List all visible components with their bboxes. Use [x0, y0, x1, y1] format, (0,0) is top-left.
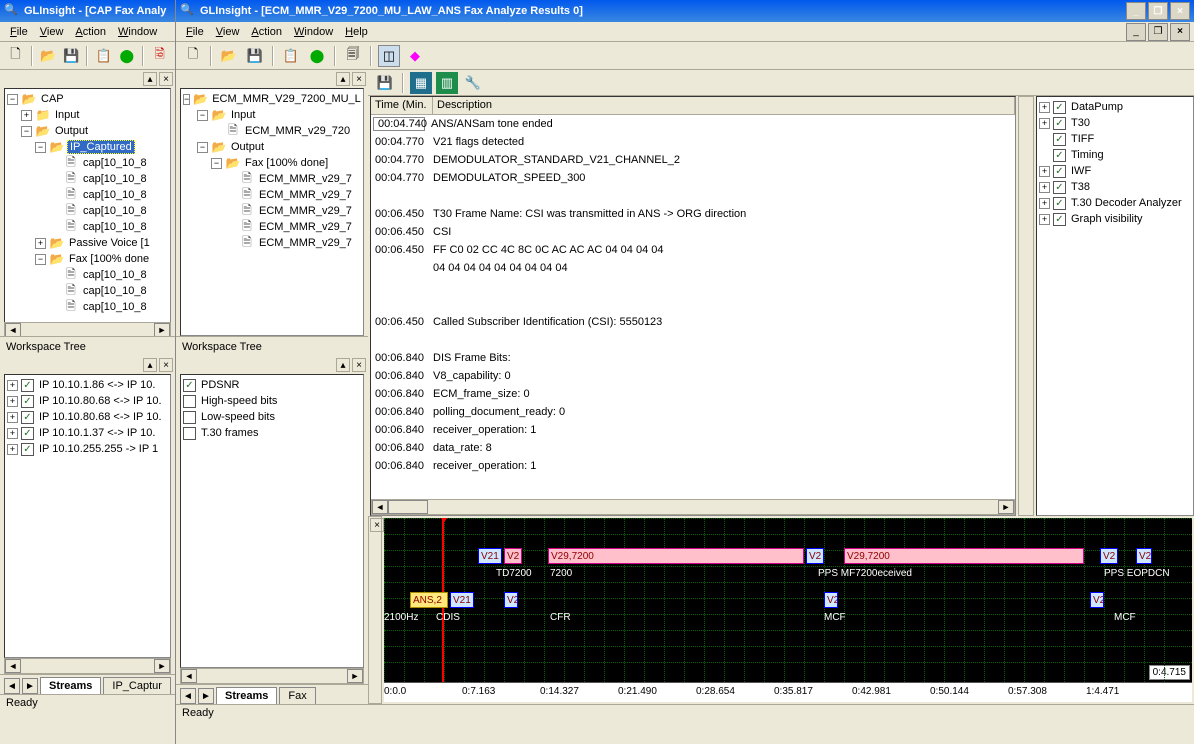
- cap-title: GLInsight - [CAP Fax Analy: [24, 5, 166, 17]
- timeline-pos: 0:4.715: [1149, 665, 1190, 680]
- wave-button[interactable]: ▥: [436, 72, 458, 94]
- open-button[interactable]: 📂: [39, 45, 58, 67]
- pane-pin[interactable]: ▴: [143, 72, 157, 86]
- save-button[interactable]: 💾: [62, 45, 81, 67]
- save-button[interactable]: 💾: [244, 45, 266, 67]
- ecm-menubar: File View Action Window Help _ ❐ ×: [176, 22, 1194, 42]
- log-header: Time (Min. Description: [371, 97, 1015, 115]
- run-button[interactable]: ⬤: [117, 45, 136, 67]
- mdi-restore[interactable]: ❐: [1148, 23, 1168, 41]
- opt1-button[interactable]: 🗟: [150, 45, 169, 67]
- scroll-right[interactable]: ►: [154, 323, 170, 337]
- cap-toolbar: 🗋 📂 💾 📋 ⬤ 🗟: [0, 42, 175, 70]
- props-button[interactable]: 📋: [280, 45, 302, 67]
- app-icon: 🔍: [4, 3, 20, 19]
- close-button[interactable]: ×: [1170, 2, 1190, 20]
- ecm-toolbar: 🗋 📂 💾 📋 ⬤ 🗐 ◫ ◆: [176, 42, 1194, 70]
- log-body[interactable]: 00:04.740ANS/ANSam tone ended00:04.770V2…: [371, 115, 1015, 499]
- log-vscroll[interactable]: [1018, 96, 1034, 516]
- menu-file[interactable]: File: [4, 24, 34, 40]
- menu-window[interactable]: Window: [112, 24, 163, 40]
- open-button[interactable]: 📂: [218, 45, 240, 67]
- ecm-title: GLInsight - [ECM_MMR_V29_7200_MU_LAW_ANS…: [200, 5, 583, 17]
- menu-file[interactable]: File: [180, 24, 210, 40]
- tl-close[interactable]: ×: [370, 518, 384, 532]
- tab-next[interactable]: ►: [22, 678, 38, 694]
- cap-status: Ready: [0, 694, 175, 714]
- opt2-button[interactable]: ◫: [378, 45, 400, 67]
- grid-button[interactable]: ▦: [410, 72, 432, 94]
- inner-toolbar: 💾 ▦ ▥ 🔧: [368, 70, 1194, 96]
- menu-help[interactable]: Help: [339, 24, 374, 40]
- props-button[interactable]: 📋: [94, 45, 113, 67]
- scroll-left[interactable]: ◄: [5, 323, 21, 337]
- right-checks[interactable]: +✓DataPump+✓T30✓TIFF✓Timing+✓IWF+✓T38+✓T…: [1037, 97, 1193, 229]
- tab-streams[interactable]: Streams: [216, 687, 277, 704]
- ip-captured-node[interactable]: IP_Captured: [67, 140, 135, 154]
- streams-list[interactable]: +✓IP 10.10.1.86 <-> IP 10. +✓IP 10.10.80…: [5, 375, 170, 459]
- menu-view[interactable]: View: [34, 24, 70, 40]
- opt3-button[interactable]: ◆: [404, 45, 426, 67]
- tab-fax[interactable]: Fax: [279, 687, 315, 704]
- minimize-button[interactable]: _: [1126, 2, 1146, 20]
- workspace-tree-label: Workspace Tree: [0, 336, 175, 356]
- tab-prev[interactable]: ◄: [4, 678, 20, 694]
- app-icon: 🔍: [180, 3, 196, 19]
- cap-tree[interactable]: −📂CAP +📁Input −📂Output −📂IP_Captured 🗎ca…: [5, 89, 170, 317]
- menu-view[interactable]: View: [210, 24, 246, 40]
- menu-window[interactable]: Window: [288, 24, 339, 40]
- pane-close[interactable]: ×: [352, 72, 366, 86]
- new-button[interactable]: 🗋: [182, 45, 204, 67]
- maximize-button[interactable]: ❐: [1148, 2, 1168, 20]
- menu-action[interactable]: Action: [69, 24, 112, 40]
- opt-button[interactable]: 🔧: [462, 72, 484, 94]
- checks-list[interactable]: ✓PDSNR High-speed bits Low-speed bits T.…: [181, 375, 363, 443]
- pane-close[interactable]: ×: [159, 72, 173, 86]
- savedisk-button[interactable]: 💾: [374, 72, 396, 94]
- workspace-tree-label: Workspace Tree: [176, 336, 368, 356]
- pane-pin-3[interactable]: ▴: [336, 358, 350, 372]
- new-button[interactable]: 🗋: [6, 45, 25, 67]
- run-button[interactable]: ⬤: [306, 45, 328, 67]
- opt1-button[interactable]: 🗐: [342, 45, 364, 67]
- pane-close-3[interactable]: ×: [352, 358, 366, 372]
- tab-ipcapture[interactable]: IP_Captur: [103, 677, 171, 694]
- timeline[interactable]: 0:0.00:7.1630:14.3270:21.4900:28.6540:35…: [384, 518, 1192, 702]
- mdi-close[interactable]: ×: [1170, 23, 1190, 41]
- cap-titlebar: 🔍 GLInsight - [CAP Fax Analy: [0, 0, 175, 22]
- cap-menubar: File View Action Window: [0, 22, 175, 42]
- ecm-tree[interactable]: −📂ECM_MMR_V29_7200_MU_L −📂Input 🗎ECM_MMR…: [181, 89, 363, 253]
- tab-streams[interactable]: Streams: [40, 677, 101, 694]
- pane-pin-2[interactable]: ▴: [143, 358, 157, 372]
- pane-close-2[interactable]: ×: [159, 358, 173, 372]
- pane-pin[interactable]: ▴: [336, 72, 350, 86]
- ecm-titlebar: 🔍 GLInsight - [ECM_MMR_V29_7200_MU_LAW_A…: [176, 0, 1194, 22]
- mdi-minimize[interactable]: _: [1126, 23, 1146, 41]
- check[interactable]: ✓: [21, 379, 34, 392]
- ecm-status: Ready: [176, 704, 1194, 724]
- menu-action[interactable]: Action: [245, 24, 288, 40]
